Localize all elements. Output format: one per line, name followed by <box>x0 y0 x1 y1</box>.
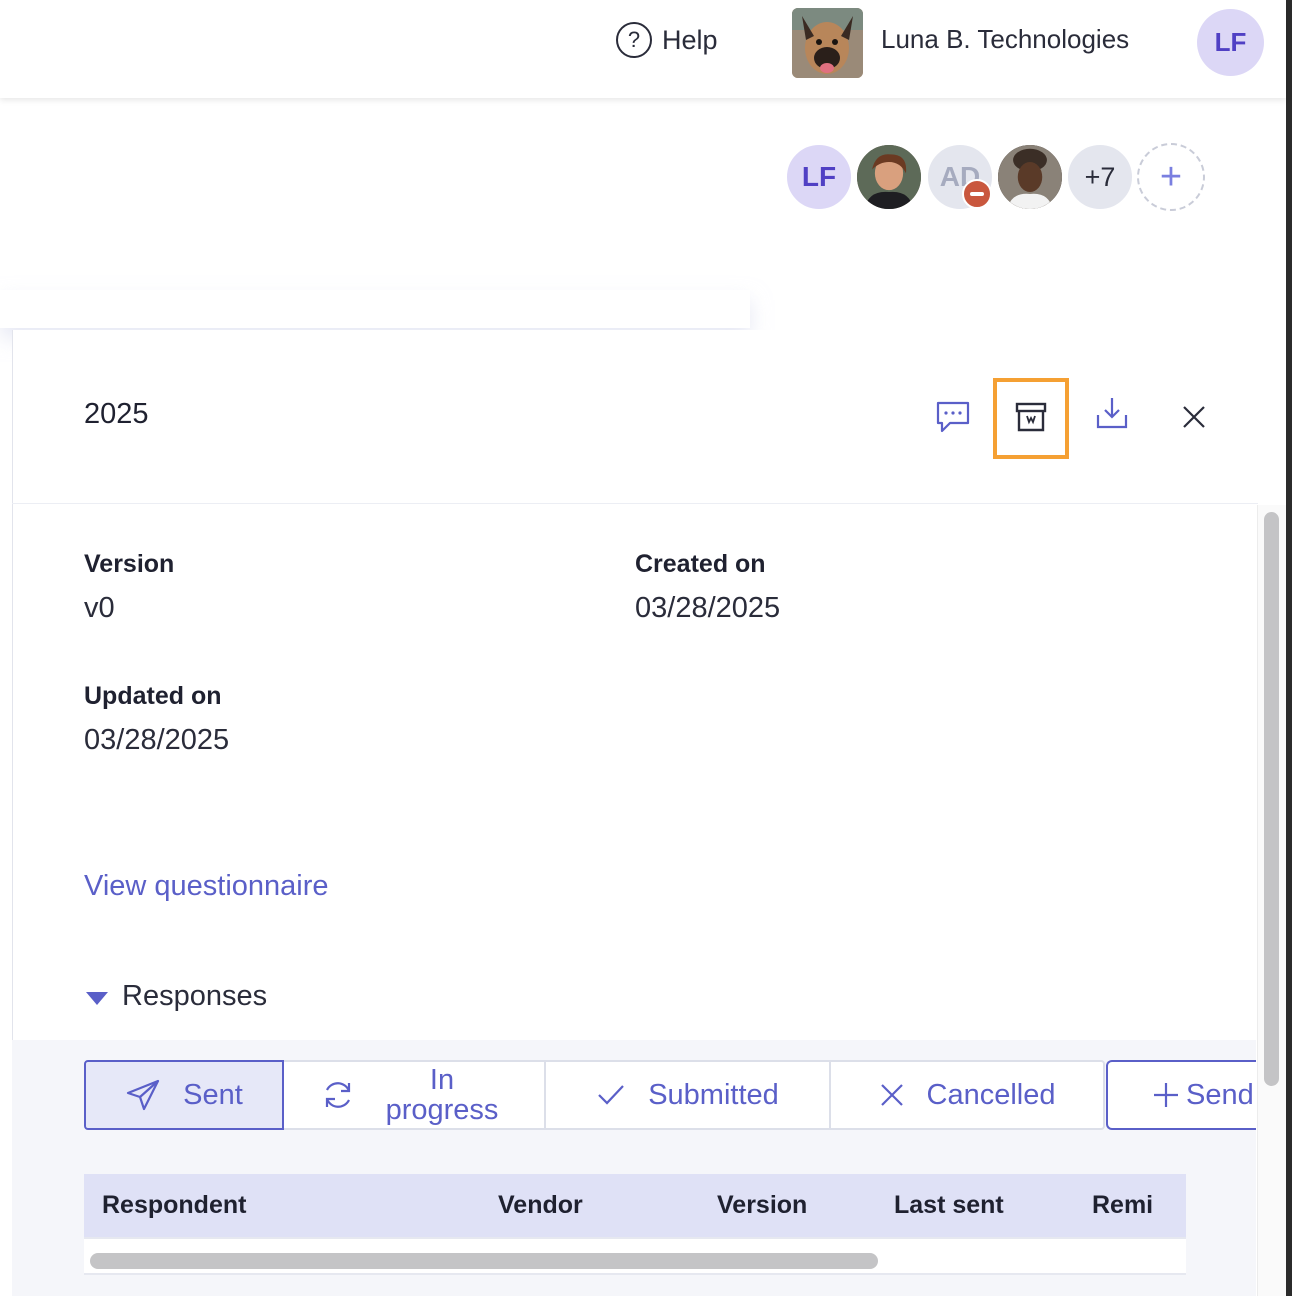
column-header-reminder[interactable]: Remi <box>1092 1191 1153 1220</box>
send-icon <box>127 1079 160 1111</box>
collaborator-avatar-photo[interactable] <box>996 143 1064 211</box>
view-questionnaire-link[interactable]: View questionnaire <box>84 870 329 903</box>
version-value: v0 <box>84 592 115 624</box>
column-header-respondent[interactable]: Respondent <box>102 1191 246 1220</box>
collaborator-avatar[interactable]: AD <box>926 143 994 211</box>
refresh-icon <box>325 1082 351 1108</box>
user-avatar[interactable]: LF <box>1197 9 1264 76</box>
help-label: Help <box>662 24 718 55</box>
updated-label: Updated on <box>84 682 222 710</box>
vertical-scrollbar[interactable] <box>1264 512 1279 1086</box>
collaborator-avatar[interactable]: LF <box>785 143 853 211</box>
help-button[interactable]: ? Help <box>616 21 718 59</box>
top-bar: ? Help Luna B. Technologies LF <box>0 0 1286 98</box>
highlight-box <box>993 378 1069 459</box>
removed-badge-icon <box>962 179 992 209</box>
created-label: Created on <box>635 550 766 578</box>
column-header-vendor[interactable]: Vendor <box>498 1191 583 1220</box>
column-header-version[interactable]: Version <box>717 1191 807 1220</box>
updated-value: 03/28/2025 <box>84 724 230 756</box>
tab-in-progress[interactable]: In progress <box>284 1060 546 1130</box>
collaborator-avatar-photo[interactable] <box>855 143 923 211</box>
check-icon <box>598 1085 625 1105</box>
x-icon <box>880 1084 903 1106</box>
send-button-label: Send <box>1186 1078 1254 1111</box>
column-header-last-sent[interactable]: Last sent <box>894 1191 1004 1220</box>
comment-icon[interactable] <box>928 392 978 442</box>
tab-submitted-label: Submitted <box>648 1078 779 1111</box>
add-collaborator-button[interactable]: + <box>1137 143 1205 211</box>
download-icon[interactable] <box>1087 388 1137 438</box>
panel-title: 2025 <box>84 398 149 430</box>
tab-sent-label: Sent <box>183 1078 243 1111</box>
tab-sent[interactable]: Sent <box>84 1060 284 1130</box>
responses-toggle[interactable]: Responses <box>86 980 267 1013</box>
background-card <box>0 290 750 328</box>
window-edge <box>1286 0 1292 1296</box>
org-logo[interactable] <box>792 8 863 78</box>
question-circle-icon: ? <box>616 22 652 58</box>
more-collaborators-button[interactable]: +7 <box>1066 143 1134 211</box>
divider <box>12 503 1258 504</box>
tab-cancelled[interactable]: Cancelled <box>831 1060 1105 1130</box>
horizontal-scrollbar[interactable] <box>90 1253 878 1269</box>
version-label: Version <box>84 550 175 578</box>
tab-in-progress-label: In progress <box>385 1064 499 1126</box>
plus-icon <box>1154 1083 1178 1107</box>
org-name[interactable]: Luna B. Technologies <box>881 24 1129 55</box>
close-icon[interactable] <box>1169 392 1219 442</box>
caret-down-icon <box>86 992 108 1005</box>
tab-submitted[interactable]: Submitted <box>546 1060 831 1130</box>
tab-cancelled-label: Cancelled <box>926 1078 1056 1111</box>
send-button[interactable]: Send <box>1106 1060 1256 1130</box>
responses-label: Responses <box>122 980 268 1012</box>
table-header: Respondent Vendor Version Last sent Remi <box>84 1174 1186 1237</box>
created-value: 03/28/2025 <box>635 592 781 624</box>
